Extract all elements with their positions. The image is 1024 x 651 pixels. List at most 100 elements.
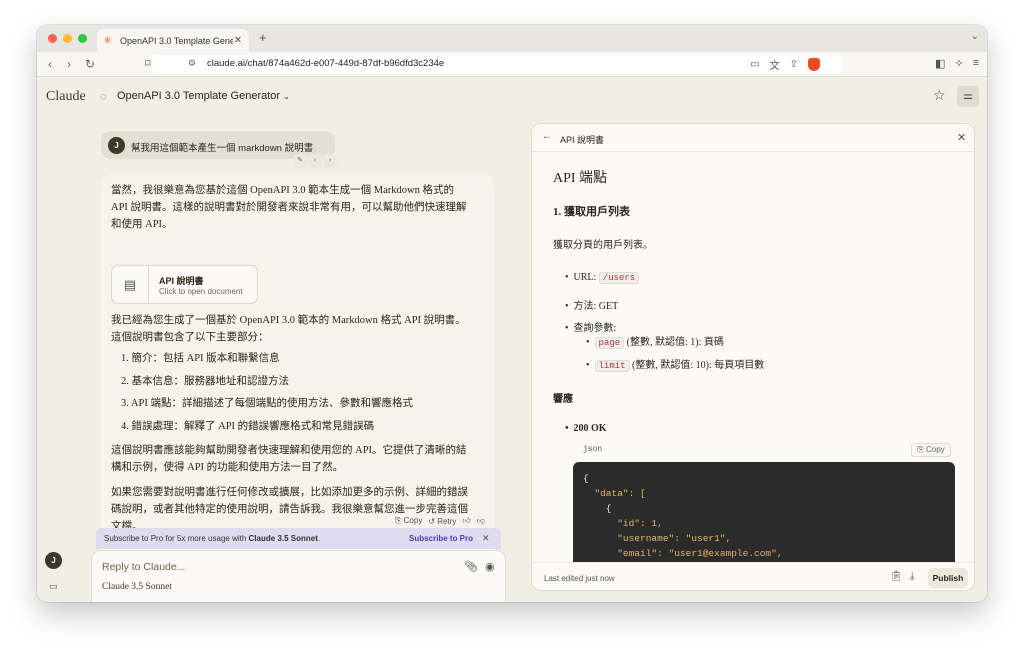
attach-icon[interactable]: 📎︎	[464, 560, 478, 573]
user-avatar: J	[108, 137, 125, 154]
back-icon[interactable]: ‹	[48, 57, 52, 71]
doc-bullet-query: • 查詢參數:	[565, 323, 617, 334]
code-line: {	[583, 503, 612, 514]
download-icon[interactable]: ⤓	[910, 571, 914, 582]
response-list: 1. 簡介：包括 API 版本和聯繫信息 2. 基本信息：服務器地址和認證方法 …	[111, 350, 481, 440]
doc-bullet-status: • 200 OK	[565, 423, 607, 434]
code-line: "email": "user1@example.com",	[583, 548, 783, 559]
retry-icon: ↺	[428, 516, 436, 526]
tab-title: OpenAPI 3.0 Template Gener	[120, 35, 233, 46]
menu-icon[interactable]: ≡	[973, 57, 979, 70]
browser-tab[interactable]: ✳ OpenAPI 3.0 Template Gener ✕	[97, 29, 249, 52]
claude-favicon-icon: ✳	[103, 35, 113, 47]
new-tab-icon[interactable]: +	[259, 30, 267, 45]
method-text: 方法: GET	[573, 301, 619, 312]
reload-icon[interactable]: ↻	[85, 57, 95, 71]
account-avatar[interactable]: J	[45, 552, 62, 569]
list-item: 1. 簡介：包括 API 版本和聯繫信息	[121, 353, 280, 364]
code-copy-label: Copy	[925, 445, 945, 454]
close-tab-icon[interactable]: ✕	[233, 35, 243, 46]
copy-label: Copy	[403, 516, 423, 525]
status-text: 200 OK	[573, 423, 607, 434]
doc-subbullet-limit: • limit (整數, 默認值: 10): 每頁項目數	[586, 360, 765, 372]
cast-icon[interactable]: ▭	[750, 59, 759, 70]
back-arrow-icon[interactable]: ←	[542, 131, 552, 142]
code-copy-button[interactable]: ⎘ Copy	[911, 443, 951, 457]
brave-shield-icon[interactable]	[808, 58, 820, 71]
copy-icon: ⎘	[917, 445, 924, 454]
edit-pencil-icon[interactable]: ✎	[293, 154, 307, 168]
code-line: "username": "user1",	[583, 533, 732, 544]
leo-icon[interactable]: ✧	[954, 57, 963, 70]
camera-icon[interactable]: ◉	[485, 560, 495, 573]
tab-list-chevron-icon[interactable]: ⌄	[971, 31, 979, 42]
document-icon: ▤	[112, 266, 149, 303]
response-actions: ⎘ Copy ↺ Retry 👍︎ 👎︎	[395, 516, 485, 526]
translate-icon[interactable]: 文	[770, 57, 780, 72]
site-settings-icon[interactable]: ⚙	[188, 58, 196, 69]
doc-bullet-method: • 方法: GET	[565, 301, 619, 312]
artifact-panel: ← API 說明書 ✕ API 端點 1. 獲取用戶列表 獲取分頁的用戶列表。 …	[531, 123, 975, 591]
address-bar-row: ‹ › ↻ ⌑ ⚙ claude.ai/chat/874a462d-e007-4…	[37, 52, 987, 77]
publish-button[interactable]: Publish	[928, 568, 968, 588]
code-language-label: json	[583, 445, 603, 454]
sidebar-toggle-icon[interactable]: ▭	[49, 581, 58, 592]
doc-response-heading: 響應	[553, 394, 573, 405]
forward-icon[interactable]: ›	[67, 57, 71, 71]
code-line: {	[583, 473, 589, 484]
url-label: URL:	[573, 272, 599, 283]
maximize-window-button[interactable]	[78, 34, 87, 43]
banner-text-prefix: Subscribe to Pro for 5x more usage with	[104, 534, 249, 543]
chat-title-dropdown[interactable]: OpenAPI 3.0 Template Generator ⌄	[117, 90, 290, 102]
clipboard-icon[interactable]: 📋︎	[890, 571, 903, 582]
bookmark-icon[interactable]: ⌑	[145, 57, 151, 70]
artifact-card[interactable]: ▤ API 說明書 Click to open document	[111, 265, 258, 304]
response-intro: 當然，我很樂意為您基於這個 OpenAPI 3.0 範本生成一個 Markdow…	[111, 185, 467, 230]
url-text: claude.ai/chat/874a462d-e007-449d-87df-b…	[207, 58, 445, 69]
list-item: 4. 錯誤處理：解釋了 API 的錯誤響應格式和常見錯誤碼	[121, 420, 375, 432]
param-limit-code: limit	[594, 360, 630, 372]
close-banner-icon[interactable]: ✕	[482, 533, 490, 544]
url-field[interactable]: ⌑ ⚙ claude.ai/chat/874a462d-e007-449d-87…	[145, 55, 842, 74]
doc-bullet-url: • URL: /users	[565, 272, 640, 284]
thumbs-up-icon[interactable]: 👍︎	[462, 516, 470, 526]
minimize-window-button[interactable]	[63, 34, 72, 43]
code-line: "id": 1,	[583, 518, 663, 529]
reply-input[interactable]: Reply to Claude... 📎︎ ◉ Claude 3.5 Sonne…	[91, 550, 506, 602]
subscribe-link[interactable]: Subscribe to Pro	[409, 534, 473, 543]
star-icon[interactable]: ☆	[933, 87, 946, 104]
chevron-down-icon: ⌄	[283, 92, 290, 101]
artifact-panel-footer: Last edited just now 📋︎ ⤓ Publish	[532, 562, 974, 590]
sidebar-panel-icon[interactable]: ◧	[935, 57, 945, 70]
settings-sliders-icon[interactable]: ⚌	[957, 86, 979, 107]
pro-banner-text: Subscribe to Pro for 5x more usage with …	[104, 534, 320, 543]
param-page-desc: (整數, 默認值: 1): 頁碼	[624, 337, 724, 348]
chat-title: OpenAPI 3.0 Template Generator	[117, 90, 281, 102]
artifact-panel-header: ← API 說明書 ✕	[532, 124, 974, 152]
next-version-icon[interactable]: ›	[323, 154, 337, 168]
close-window-button[interactable]	[48, 34, 57, 43]
previous-version-icon[interactable]: ‹	[308, 154, 322, 168]
pro-banner: Subscribe to Pro for 5x more usage with …	[96, 528, 501, 549]
close-icon[interactable]: ✕	[957, 131, 966, 144]
assistant-response: 當然，我很樂意為您基於這個 OpenAPI 3.0 範本生成一個 Markdow…	[101, 174, 495, 558]
tab-strip: ✳ OpenAPI 3.0 Template Gener ✕ + ⌄	[37, 25, 987, 52]
claude-logo[interactable]: Claude	[46, 89, 86, 105]
model-selector[interactable]: Claude 3.5 Sonnet	[102, 582, 172, 592]
thumbs-down-icon[interactable]: 👎︎	[477, 516, 485, 526]
response-paragraph-3: 這個說明書應該能夠幫助開發者快速理解和使用您的 API。它提供了清晰的結構和示例…	[111, 445, 467, 473]
message-edit-controls: ✎ ‹ ›	[293, 154, 337, 169]
url-code: /users	[598, 272, 640, 284]
user-message-text: 幫我用這個範本產生一個 markdown 說明書	[131, 143, 314, 154]
banner-model-name: Claude 3.5 Sonnet	[248, 534, 318, 543]
copy-button[interactable]: ⎘ Copy	[395, 516, 422, 526]
share-icon[interactable]: ⇧	[790, 59, 798, 70]
doc-subbullet-page: • page (整數, 默認值: 1): 頁碼	[586, 337, 724, 349]
app-header: Claude ◌ OpenAPI 3.0 Template Generator ⌄…	[37, 77, 987, 117]
retry-button[interactable]: ↺ Retry	[428, 517, 456, 526]
last-edited-text: Last edited just now	[544, 574, 615, 583]
reply-placeholder: Reply to Claude...	[102, 561, 186, 573]
param-page-code: page	[594, 337, 625, 349]
artifact-document: API 端點 1. 獲取用戶列表 獲取分頁的用戶列表。 • URL: /user…	[532, 153, 974, 562]
artifact-title: API 說明書	[159, 276, 204, 286]
